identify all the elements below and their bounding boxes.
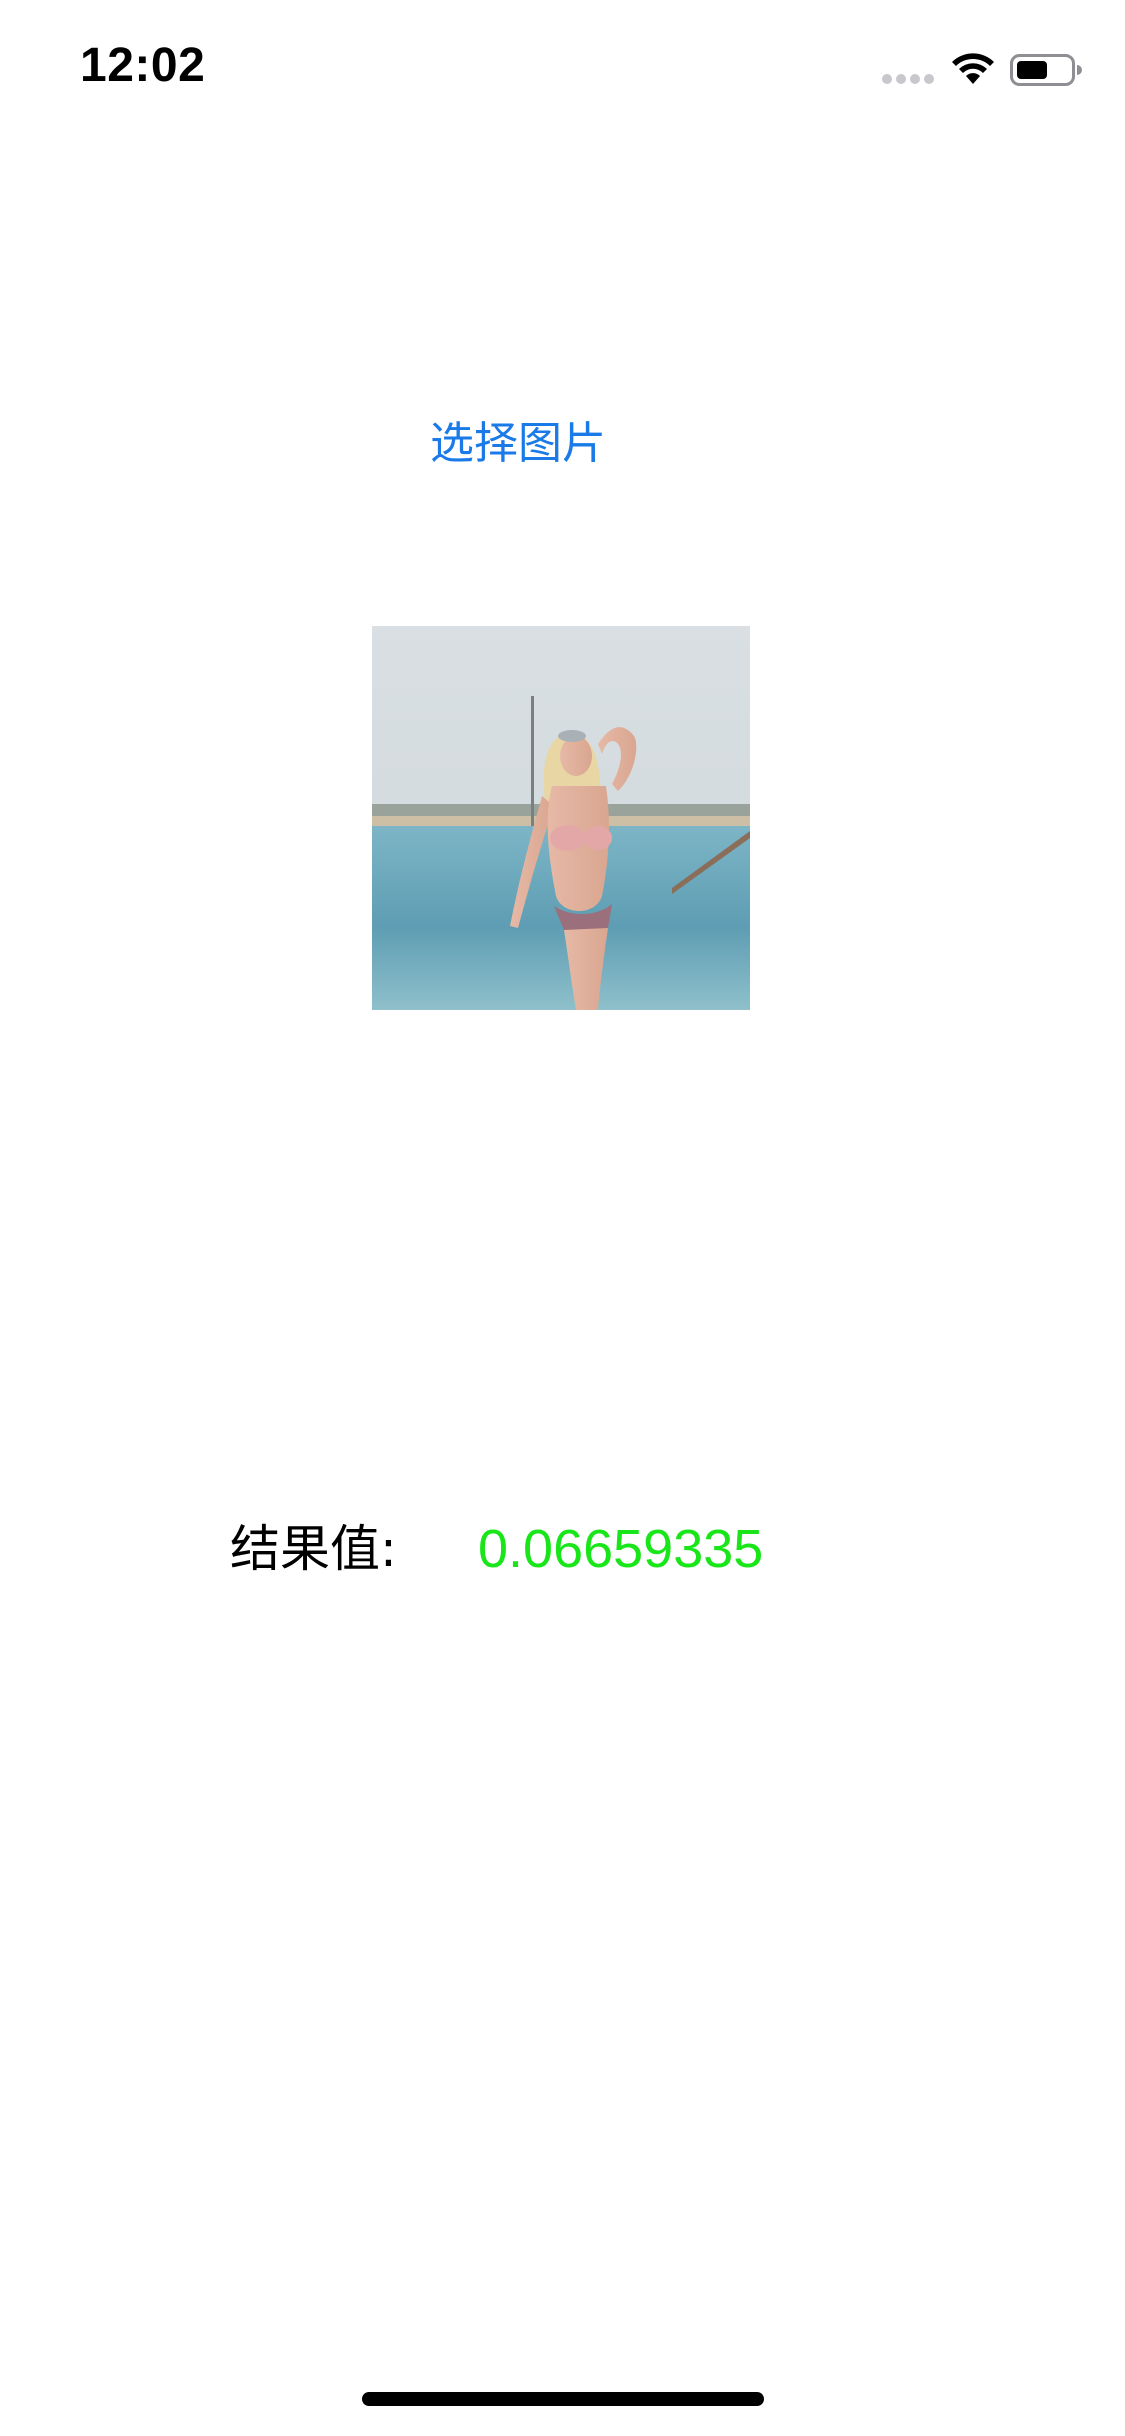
- cellular-signal-icon: [882, 74, 934, 84]
- status-time: 12:02: [80, 39, 206, 92]
- result-value: 0.06659335: [478, 1519, 764, 1579]
- battery-icon: [1010, 54, 1082, 86]
- status-bar: 12:02: [0, 0, 1125, 132]
- result-label: 结果值:: [230, 1520, 397, 1578]
- wifi-icon: [952, 53, 994, 84]
- select-image-button[interactable]: 选择图片: [430, 412, 606, 476]
- home-indicator[interactable]: [362, 2392, 764, 2406]
- selected-image: [372, 626, 750, 1010]
